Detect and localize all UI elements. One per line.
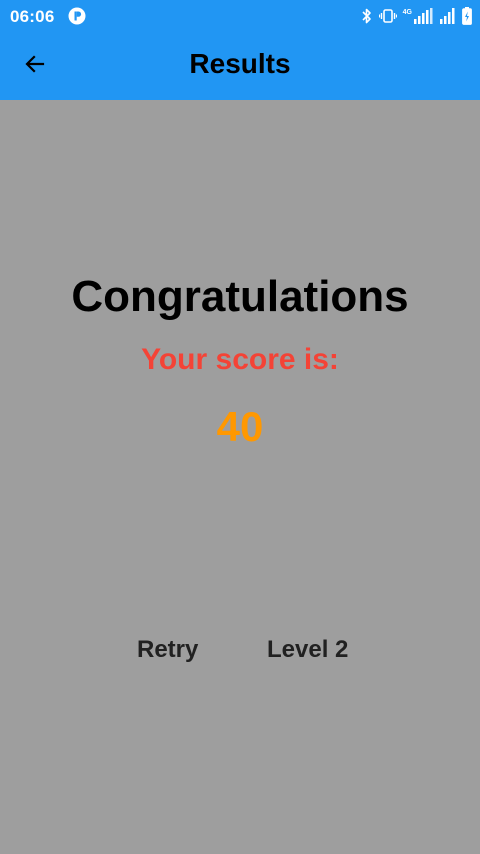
app-notification-icon [68,7,86,25]
retry-button[interactable]: Retry [137,630,198,670]
network-type-label: 4G [402,8,412,16]
results-content: Congratulations Your score is: 40 Retry … [0,100,480,854]
battery-charging-icon [462,7,472,25]
level-2-button[interactable]: Level 2 [267,630,348,670]
bluetooth-icon [361,7,373,25]
app-bar: Results [0,32,480,100]
signal-icon [414,8,434,24]
action-buttons: Retry Level 2 [0,630,480,670]
score-value: 40 [216,403,264,450]
signal-secondary-icon [440,8,456,24]
vibrate-icon [378,7,397,25]
score-label: Your score is: [141,343,339,376]
status-icons: 4G [361,6,472,26]
page-title: Results [189,48,291,79]
status-time: 06:06 [10,7,55,26]
congratulations-heading: Congratulations [71,272,409,321]
status-bar: 06:06 4G [0,0,480,32]
